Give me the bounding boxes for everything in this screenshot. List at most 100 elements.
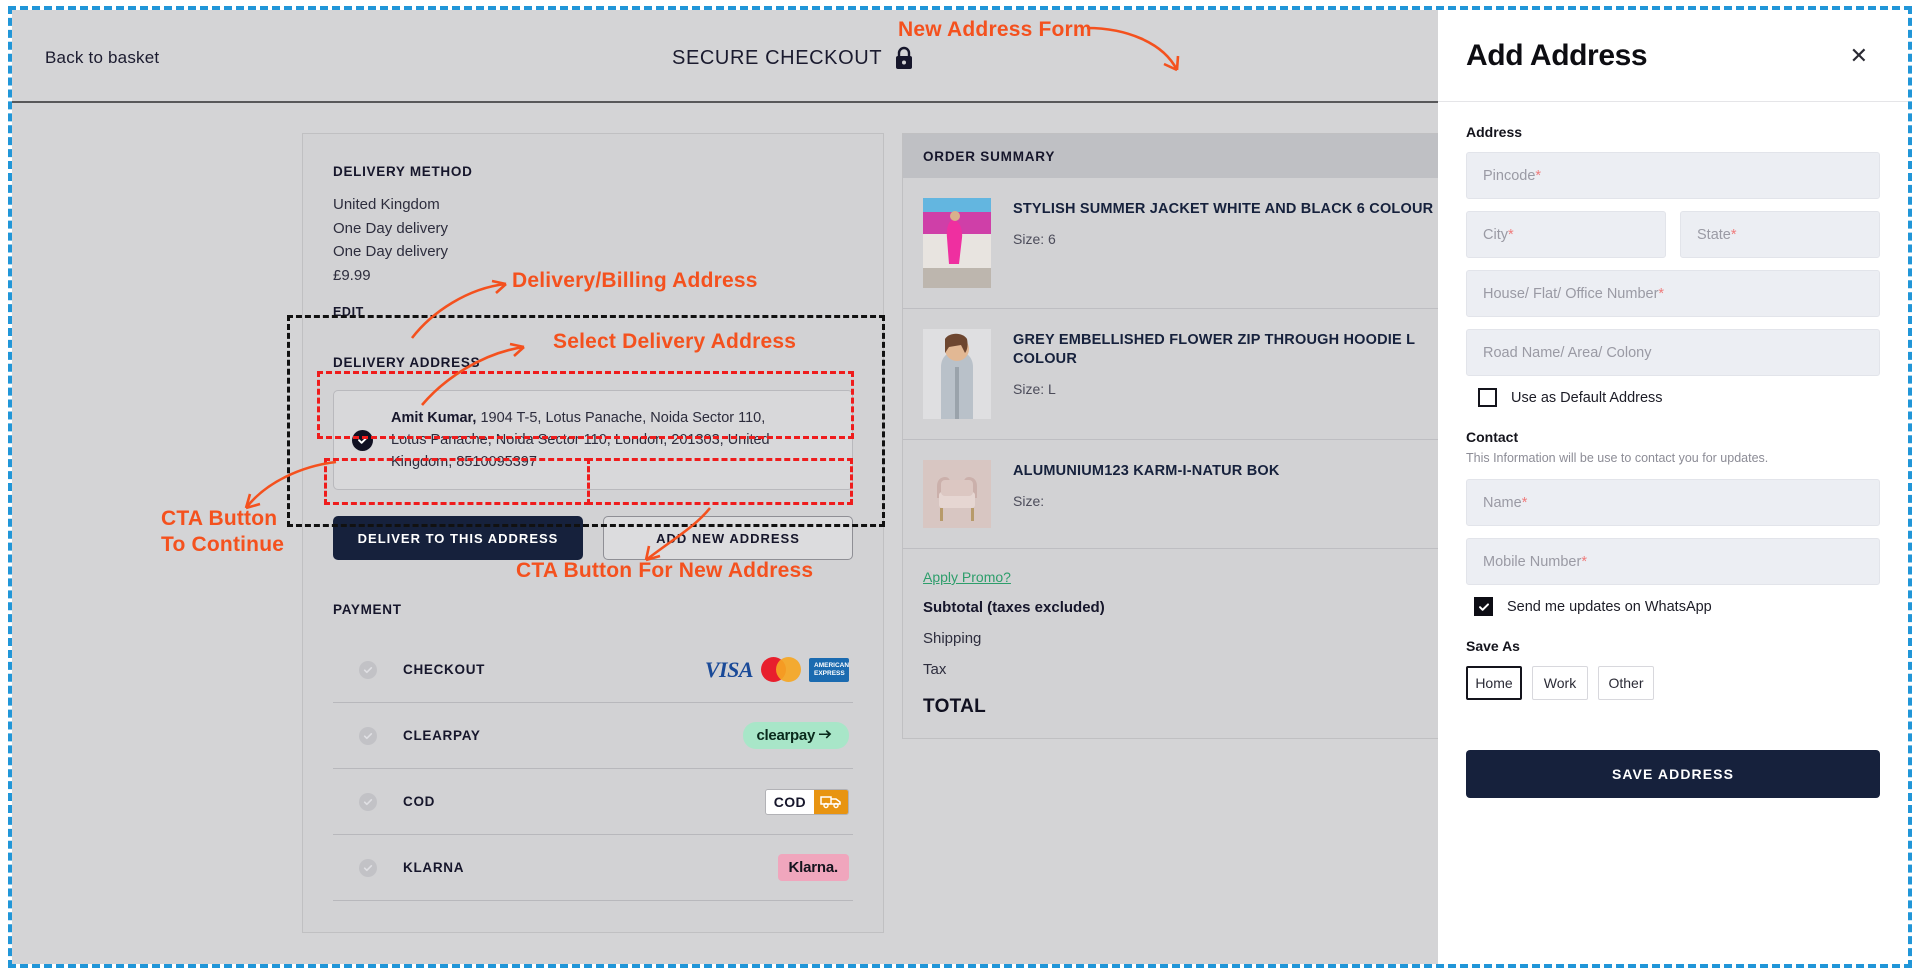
annotation-cta-new-address: CTA Button For New Address	[516, 559, 814, 582]
use-default-address-row[interactable]: Use as Default Address	[1478, 388, 1880, 407]
screenshot-root: Back to basket SECURE CHECKOUT DELIVERY …	[0, 0, 1920, 974]
save-as-other-button[interactable]: Other	[1598, 666, 1654, 700]
add-new-address-button[interactable]: ADD NEW ADDRESS	[603, 516, 853, 560]
secure-checkout-title-group: SECURE CHECKOUT	[672, 46, 915, 71]
city-state-row: City * State *	[1466, 211, 1880, 270]
payment-option-label: KLARNA	[403, 860, 465, 875]
name-placeholder: Name	[1483, 494, 1522, 511]
add-address-panel-header: Add Address ✕	[1438, 10, 1908, 102]
klarna-logo-wrap: Klarna.	[777, 854, 849, 881]
checkout-left-card: DELIVERY METHOD United Kingdom One Day d…	[302, 133, 884, 933]
clearpay-logo: clearpay	[742, 722, 849, 749]
order-summary-item-size: Size: 6	[1013, 231, 1056, 247]
saved-address-name: Amit Kumar,	[391, 410, 477, 426]
address-actions-row: DELIVER TO THIS ADDRESS ADD NEW ADDRESS	[333, 516, 853, 560]
payment-option-clearpay[interactable]: CLEARPAY clearpay	[333, 703, 853, 769]
order-summary-card: ORDER SUMMARY STYLISH SUMMER JACKET WHIT…	[902, 133, 1462, 739]
state-input[interactable]: State *	[1680, 211, 1880, 258]
amex-line-2: EXPRESS	[814, 669, 845, 677]
clearpay-mark-icon	[819, 730, 832, 739]
required-mark: *	[1535, 167, 1542, 184]
annotation-delivery-billing-address: Delivery/Billing Address	[512, 269, 758, 292]
order-summary-item: STYLISH SUMMER JACKET WHITE AND BLACK 6 …	[903, 178, 1461, 309]
saved-address-line2: Lotus Panache, Noida Sector 110, London,…	[391, 432, 770, 470]
annotation-cta-continue: CTA Button To Continue	[161, 507, 285, 556]
city-placeholder: City	[1483, 226, 1508, 243]
required-mark: *	[1507, 226, 1514, 243]
edit-delivery-method-link[interactable]: EDIT	[333, 305, 883, 319]
mastercard-logo	[761, 657, 801, 682]
visa-logo: VISA	[704, 656, 754, 682]
contact-note: This Information will be use to contact …	[1466, 451, 1769, 465]
payment-option-cod[interactable]: COD COD	[333, 769, 853, 835]
lock-icon	[896, 46, 913, 69]
delivery-truck-icon	[814, 789, 848, 814]
annotation-new-address-form: New Address Form	[898, 18, 1092, 41]
checkbox-icon[interactable]	[1478, 388, 1497, 407]
product-thumb-chair	[923, 460, 991, 528]
required-mark: *	[1581, 553, 1587, 570]
whatsapp-updates-row[interactable]: Send me updates on WhatsApp	[1474, 597, 1880, 616]
total-row: TOTAL	[923, 696, 987, 717]
payment-label: PAYMENT	[333, 602, 402, 617]
order-summary-item-title: STYLISH SUMMER JACKET WHITE AND BLACK 6 …	[1013, 201, 1434, 217]
saved-address-option[interactable]: Amit Kumar, 1904 T-5, Lotus Panache, Noi…	[333, 390, 853, 490]
subtotal-row: Subtotal (taxes excluded)	[923, 599, 1105, 616]
payment-option-label: CLEARPAY	[403, 728, 481, 743]
add-address-panel-body: Address Pincode * City * State * House/ Fla…	[1438, 102, 1908, 700]
saved-address-text: Amit Kumar, 1904 T-5, Lotus Panache, Noi…	[391, 407, 834, 473]
radio-icon	[359, 726, 377, 745]
card-logos: VISA AMERICAN EXPRESS	[705, 657, 849, 683]
payment-option-checkout[interactable]: CHECKOUT VISA AMERICAN EXPRESS	[333, 637, 853, 703]
save-address-button[interactable]: SAVE ADDRESS	[1466, 750, 1880, 798]
pincode-input[interactable]: Pincode *	[1466, 152, 1880, 199]
save-as-label: Save As	[1466, 638, 1520, 654]
order-summary-item-info: ALUMUNIUM123 KARM-I-NATUR BOK Size:	[1013, 460, 1280, 528]
state-placeholder: State	[1697, 226, 1731, 243]
delivery-option-1: One Day delivery	[333, 219, 449, 237]
order-summary-item-size: Size: L	[1013, 381, 1056, 397]
deliver-to-this-address-button[interactable]: DELIVER TO THIS ADDRESS	[333, 516, 583, 560]
shipping-row: Shipping	[923, 630, 982, 647]
add-address-title: Add Address	[1466, 38, 1648, 72]
save-as-home-button[interactable]: Home	[1466, 666, 1522, 700]
checkbox-checked-icon[interactable]	[1474, 597, 1493, 616]
radio-icon	[359, 792, 377, 811]
road-placeholder: Road Name/ Area/ Colony	[1483, 344, 1652, 361]
back-to-basket-link[interactable]: Back to basket	[45, 48, 159, 68]
annotation-select-delivery-address: Select Delivery Address	[553, 330, 797, 353]
order-summary-header: ORDER SUMMARY	[903, 134, 1461, 178]
payment-option-label: CHECKOUT	[403, 662, 486, 677]
cod-logo: COD	[764, 788, 849, 815]
add-address-panel-footer: SAVE ADDRESS	[1466, 750, 1880, 798]
city-input[interactable]: City *	[1466, 211, 1666, 258]
cod-logo-wrap: COD	[764, 788, 849, 815]
saved-address-line1: 1904 T-5, Lotus Panache, Noida Sector 11…	[476, 410, 766, 426]
close-icon[interactable]: ✕	[1850, 44, 1868, 67]
name-input[interactable]: Name *	[1466, 479, 1880, 526]
house-number-input[interactable]: House/ Flat/ Office Number *	[1466, 270, 1880, 317]
address-group-label: Address	[1466, 124, 1523, 140]
order-summary-item: ALUMUNIUM123 KARM-I-NATUR BOK Size:	[903, 440, 1461, 549]
mobile-placeholder: Mobile Number	[1483, 553, 1582, 570]
mobile-number-input[interactable]: Mobile Number *	[1466, 538, 1880, 585]
payment-option-klarna[interactable]: KLARNA Klarna.	[333, 835, 853, 901]
product-thumb-hoodie	[923, 329, 991, 419]
delivery-address-section: DELIVERY ADDRESS Amit Kumar, 1904 T-5, L…	[303, 319, 883, 560]
use-default-address-label: Use as Default Address	[1511, 389, 1663, 406]
amex-line-1: AMERICAN	[814, 661, 850, 669]
contact-group-label: Contact	[1466, 429, 1519, 445]
clearpay-logo-wrap: clearpay	[742, 722, 849, 749]
whatsapp-updates-label: Send me updates on WhatsApp	[1507, 598, 1712, 615]
apply-promo-link[interactable]: Apply Promo?	[923, 569, 1441, 585]
pincode-placeholder: Pincode	[1483, 167, 1536, 184]
required-mark: *	[1521, 494, 1528, 511]
order-summary-item-title: ALUMUNIUM123 KARM-I-NATUR BOK	[1013, 463, 1280, 479]
check-circle-icon	[352, 429, 373, 451]
cod-text: COD	[765, 789, 814, 814]
save-as-work-button[interactable]: Work	[1532, 666, 1588, 700]
radio-icon	[359, 858, 377, 877]
page-title: SECURE CHECKOUT	[672, 47, 883, 69]
road-name-input[interactable]: Road Name/ Area/ Colony	[1466, 329, 1880, 376]
payment-option-label: COD	[403, 794, 436, 809]
